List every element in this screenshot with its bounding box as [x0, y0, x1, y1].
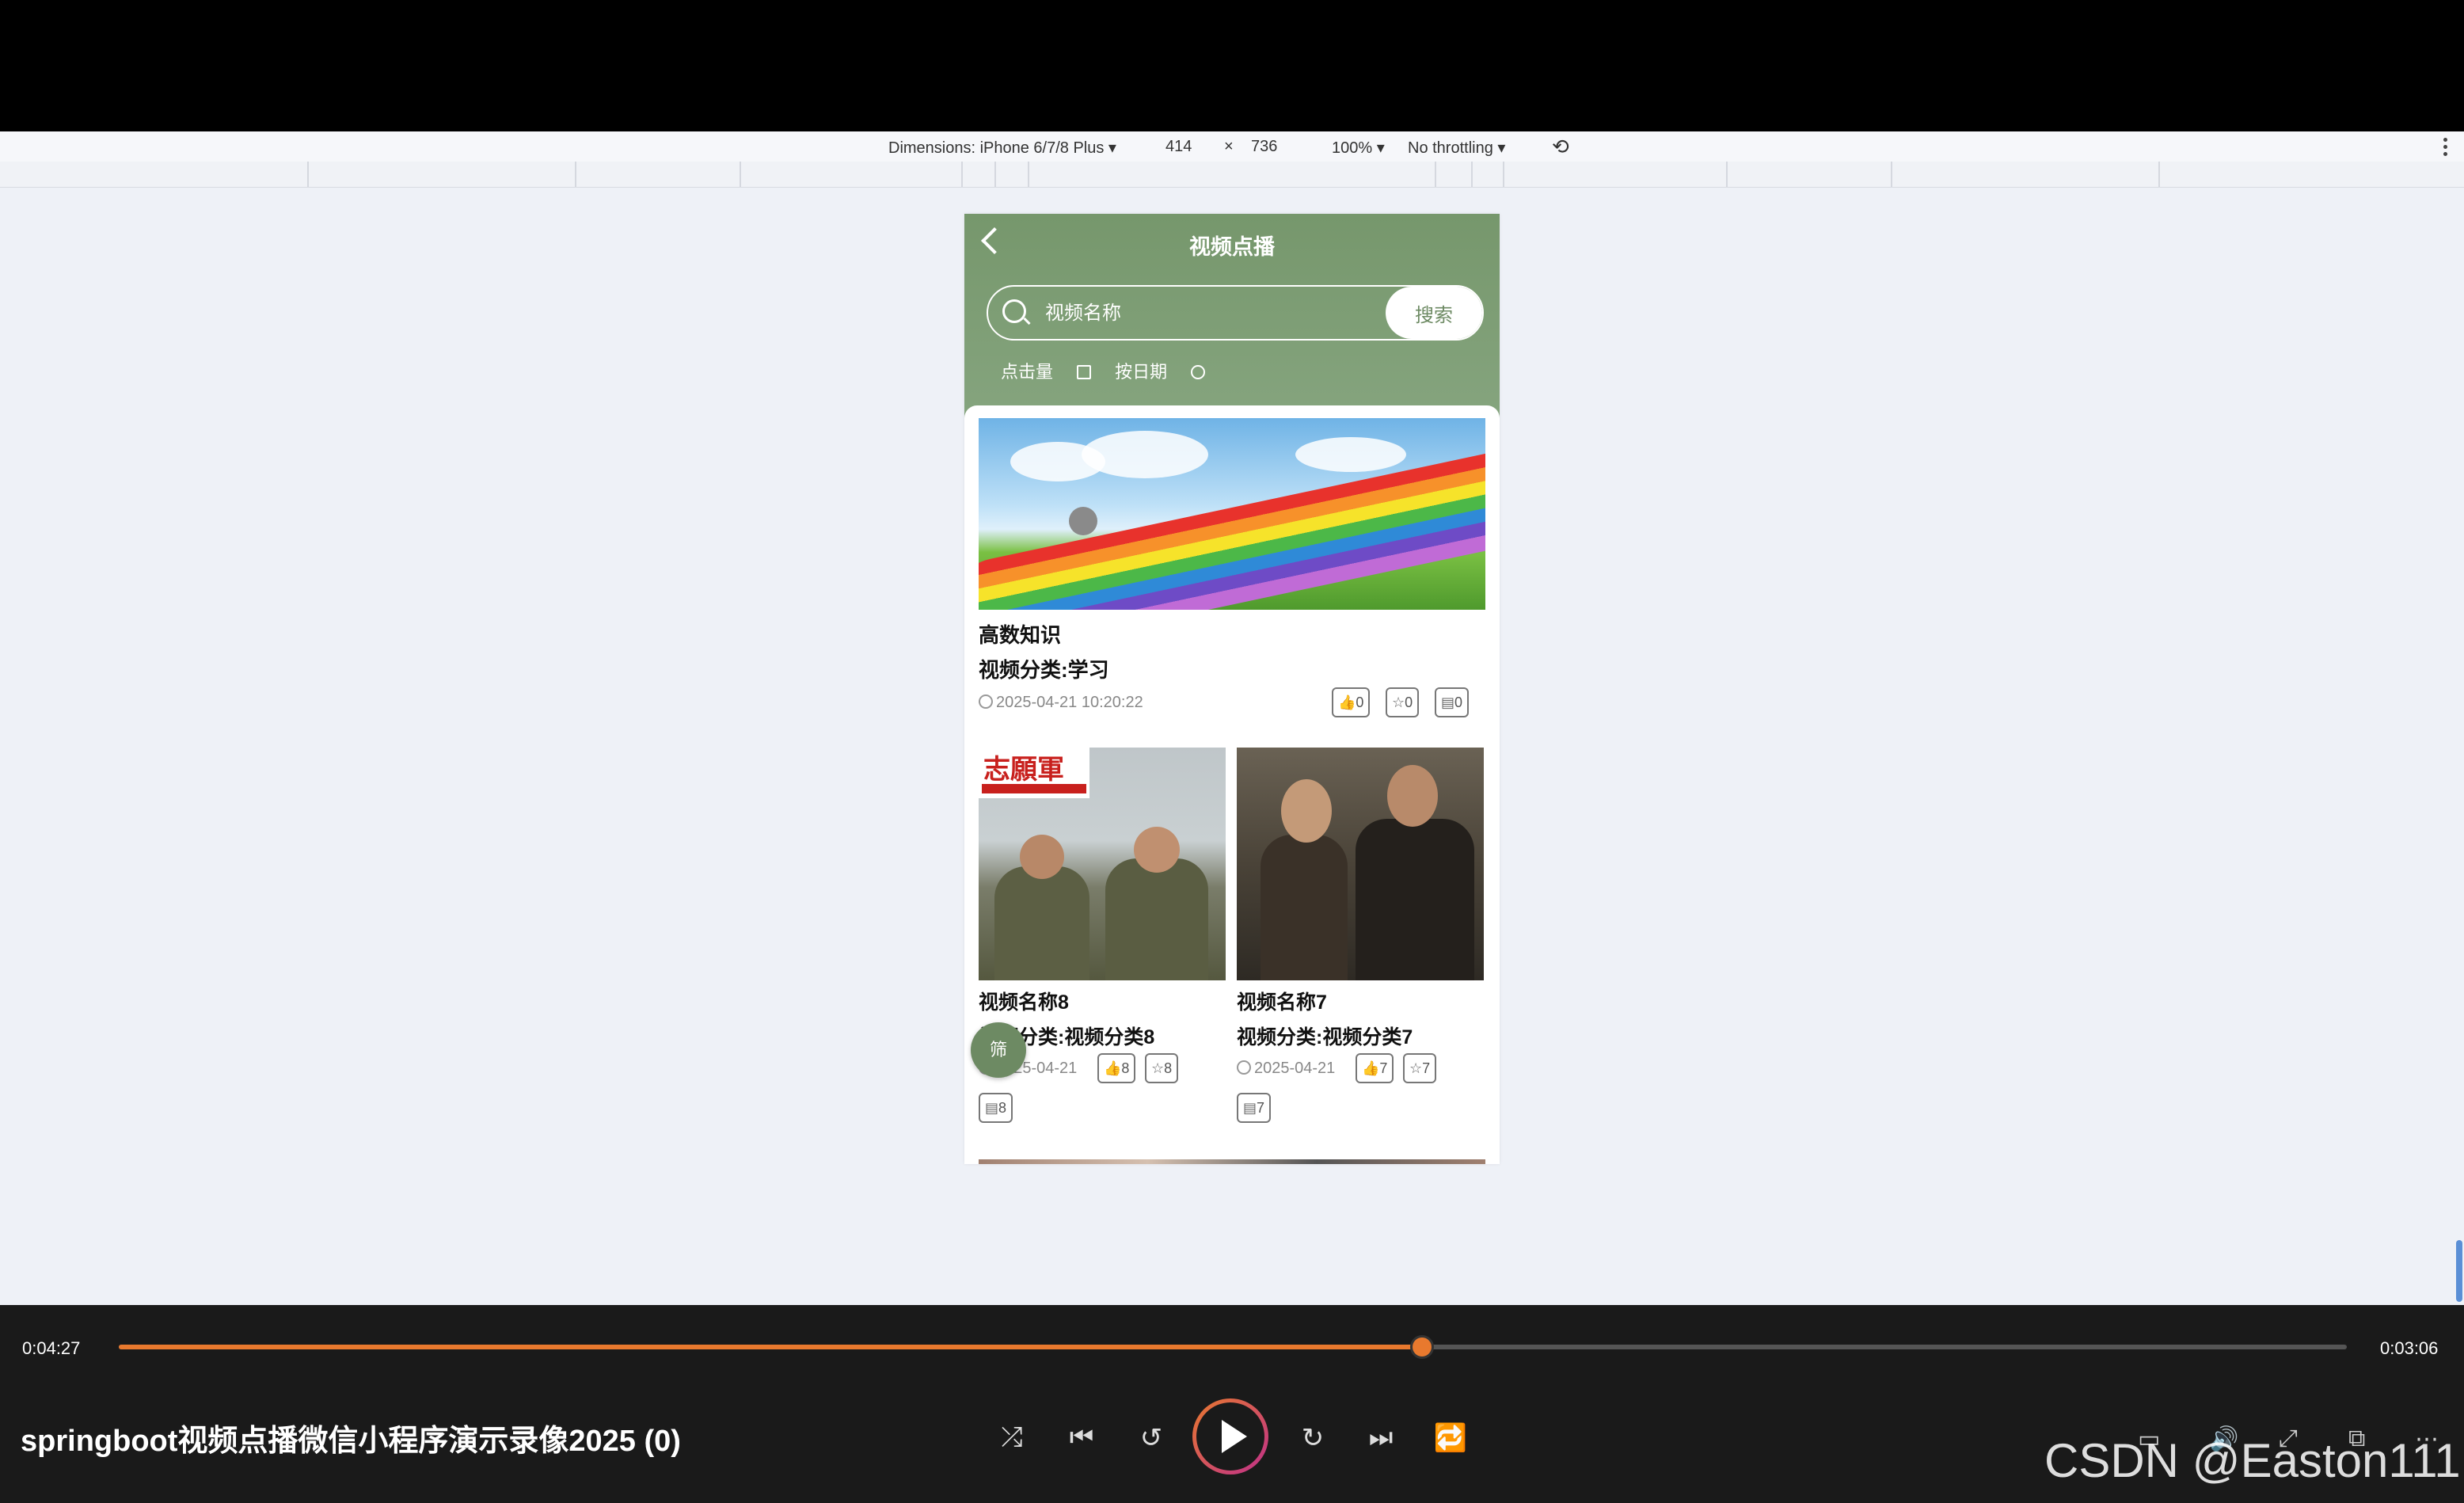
thumbs-up-icon: 👍 [1362, 1060, 1380, 1076]
shuffle-icon[interactable]: ⤮ [994, 1422, 1029, 1453]
page-title: 视频点播 [1189, 235, 1275, 259]
star-icon: ☆ [1151, 1060, 1165, 1076]
comment-count: 7 [1257, 1100, 1265, 1116]
video-player-bar: 0:04:27 0:03:06 springboot视频点播微信小程序演示录像2… [0, 1305, 2464, 1503]
seek-progress [119, 1345, 1423, 1349]
favorite-count: 0 [1405, 694, 1413, 710]
zoom-select[interactable]: 100% ▾ [1332, 138, 1385, 158]
sort-bar: 点击量 按日期 [1001, 358, 1224, 383]
next-icon[interactable]: ⏭ [1363, 1422, 1398, 1453]
star-icon: ☆ [1392, 694, 1405, 710]
favorite-count: 8 [1164, 1060, 1173, 1076]
thumbs-up-icon: 👍 [1338, 694, 1356, 710]
favorite-badge[interactable]: ☆0 [1386, 687, 1420, 717]
forward-30-icon[interactable]: ↻ [1295, 1422, 1330, 1454]
comment-badge[interactable]: ▤0 [1435, 687, 1470, 717]
rewind-10-icon[interactable]: ↺ [1134, 1422, 1169, 1454]
filter-float-button[interactable]: 筛 [971, 1022, 1026, 1078]
comment-badge[interactable]: ▤8 [979, 1093, 1013, 1123]
featured-video-name[interactable]: 高数知识 [979, 619, 1061, 649]
play-icon [1196, 1402, 1264, 1471]
video-card-category-7: 视频分类:视频分类7 [1237, 1026, 1413, 1048]
featured-date-text: 2025-04-21 10:20:22 [996, 694, 1143, 711]
favorite-count: 7 [1422, 1060, 1431, 1076]
poster-banner: 志願軍 [979, 748, 1089, 798]
phone-screen: 视频点播 搜索 点击量 按日期 高数知识 视频分类:学习 2025-0 [964, 214, 1500, 1164]
watermark: CSDN @Easton111 [2044, 1434, 2461, 1487]
like-count: 0 [1356, 694, 1364, 710]
repeat-icon[interactable]: 🔁 [1433, 1422, 1468, 1454]
media-query-ruler [0, 162, 2464, 188]
like-badge[interactable]: 👍8 [1097, 1053, 1136, 1083]
device-dimensions-select[interactable]: Dimensions: iPhone 6/7/8 Plus ▾ [888, 138, 1116, 158]
comment-icon: ▤ [1441, 694, 1455, 710]
sort-date-label: 按日期 [1115, 362, 1168, 382]
total-time: 0:03:06 [2380, 1338, 2439, 1358]
next-row-thumbnails [979, 1159, 1485, 1164]
thumbs-up-icon: 👍 [1104, 1060, 1122, 1076]
search-button[interactable]: 搜索 [1386, 287, 1482, 339]
seek-handle[interactable] [1410, 1335, 1435, 1359]
clock-icon [1237, 1060, 1251, 1075]
sort-clicks-label: 点击量 [1001, 362, 1054, 382]
card-date-text-7: 2025-04-21 [1254, 1060, 1336, 1077]
more-options-icon[interactable] [2443, 138, 2448, 159]
sort-by-clicks[interactable]: 点击量 [1001, 362, 1092, 382]
cursor-indicator [1069, 507, 1097, 535]
clock-icon [1191, 365, 1206, 379]
video-card-name-8[interactable]: 视频名称8 [979, 987, 1069, 1015]
device-width-input[interactable]: 414 [1165, 138, 1192, 156]
search-icon [1002, 299, 1026, 323]
chart-icon [1077, 365, 1092, 379]
video-card-date-7: 2025-04-21 [1237, 1060, 1335, 1078]
rotate-icon[interactable]: ⟲ [1552, 135, 1569, 159]
favorite-badge[interactable]: ☆7 [1403, 1053, 1437, 1083]
comment-count: 0 [1454, 694, 1463, 710]
featured-video-thumbnail[interactable] [979, 418, 1485, 610]
star-icon: ☆ [1409, 1060, 1423, 1076]
clock-icon [979, 694, 993, 709]
like-count: 8 [1121, 1060, 1130, 1076]
video-card-name-7[interactable]: 视频名称7 [1237, 987, 1327, 1015]
poster-title: 志願軍 [983, 754, 1064, 786]
current-time: 0:04:27 [22, 1338, 81, 1358]
video-card-thumbnail-8[interactable]: 志願軍 [979, 748, 1226, 980]
featured-video-date: 2025-04-21 10:20:22 [979, 694, 1143, 712]
video-card-thumbnail-7[interactable] [1237, 748, 1484, 980]
comment-icon: ▤ [1243, 1100, 1257, 1116]
featured-video-category: 视频分类:学习 [979, 658, 1109, 682]
page-scrollbar[interactable] [2456, 1240, 2462, 1302]
app-header: 视频点播 搜索 点击量 按日期 [964, 214, 1500, 428]
search-input[interactable] [1044, 296, 1363, 331]
comment-icon: ▤ [985, 1100, 999, 1116]
comment-badge[interactable]: ▤7 [1237, 1093, 1272, 1123]
search-bar: 搜索 [987, 285, 1484, 341]
video-list: 高数知识 视频分类:学习 2025-04-21 10:20:22 👍0 ☆0 ▤… [964, 405, 1500, 1164]
like-badge[interactable]: 👍7 [1356, 1053, 1394, 1083]
device-toolbar: Dimensions: iPhone 6/7/8 Plus ▾ 414 × 73… [0, 131, 2464, 162]
play-button[interactable] [1192, 1398, 1268, 1474]
like-count: 7 [1379, 1060, 1388, 1076]
previous-icon[interactable]: ⏮ [1064, 1422, 1099, 1453]
sort-by-date[interactable]: 按日期 [1115, 362, 1206, 382]
throttling-select[interactable]: No throttling ▾ [1408, 138, 1505, 158]
video-title: springboot视频点播微信小程序演示录像2025 (0) [21, 1425, 681, 1458]
favorite-badge[interactable]: ☆8 [1145, 1053, 1179, 1083]
dimension-times: × [1224, 138, 1234, 155]
comment-count: 8 [998, 1100, 1007, 1116]
seek-bar[interactable] [119, 1335, 2347, 1359]
devtools-viewport: Dimensions: iPhone 6/7/8 Plus ▾ 414 × 73… [0, 131, 2464, 1305]
device-height-input[interactable]: 736 [1251, 138, 1277, 156]
like-badge[interactable]: 👍0 [1332, 687, 1371, 717]
